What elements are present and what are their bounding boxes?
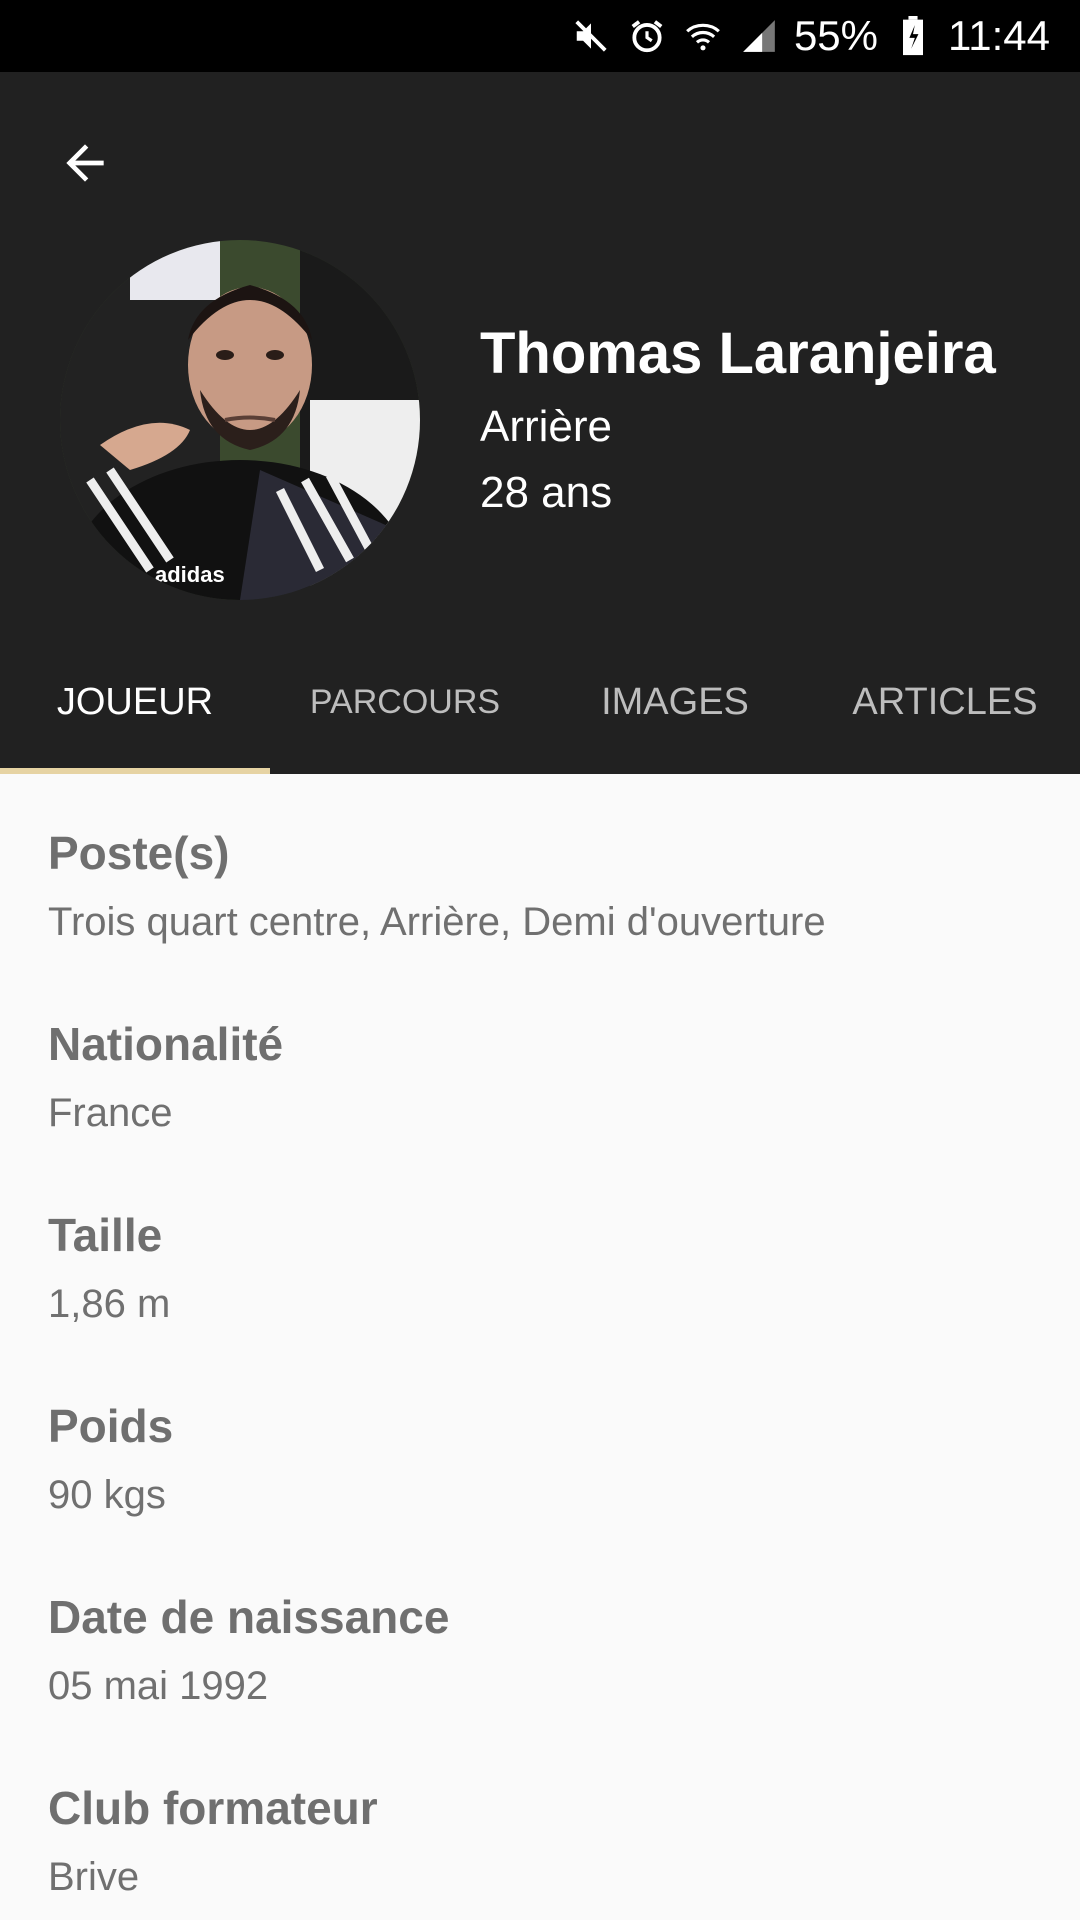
field-label: Nationalité xyxy=(48,1018,284,1070)
field-postes: Poste(s) Trois quart centre, Arrière, De… xyxy=(48,826,826,945)
tab-joueur[interactable]: JOUEUR xyxy=(0,630,270,774)
signal-icon xyxy=(738,15,780,57)
field-poids: Poids 90 kgs xyxy=(48,1399,173,1518)
field-value: Trois quart centre, Arrière, Demi d'ouve… xyxy=(48,900,826,944)
clock: 11:44 xyxy=(948,12,1050,59)
field-value: 1,86 m xyxy=(48,1282,171,1326)
battery-percent: 55% xyxy=(793,12,878,59)
tab-bar: JOUEUR PARCOURS IMAGES ARTICLES xyxy=(0,630,1080,774)
field-club-formateur: Club formateur Brive xyxy=(48,1781,378,1900)
arrow-left-icon xyxy=(66,144,104,182)
field-label: Date de naissance xyxy=(48,1591,450,1643)
field-value: France xyxy=(48,1091,173,1135)
field-label: Poids xyxy=(48,1400,174,1452)
field-label: Poste(s) xyxy=(48,827,230,879)
tab-images[interactable]: IMAGES xyxy=(540,630,810,774)
player-position: Arrière xyxy=(480,402,613,451)
alarm-icon xyxy=(626,15,668,57)
avatar: adidas xyxy=(60,240,420,600)
field-label: Taille xyxy=(48,1209,163,1261)
wifi-icon xyxy=(682,15,724,57)
battery-icon xyxy=(892,15,934,57)
player-age: 28 ans xyxy=(480,468,613,517)
tab-indicator xyxy=(0,768,270,774)
status-bar: 55% 11:44 xyxy=(0,0,1080,72)
field-taille: Taille 1,86 m xyxy=(48,1208,170,1327)
back-button[interactable] xyxy=(50,128,120,198)
player-name: Thomas Laranjeira xyxy=(480,321,996,386)
mute-icon xyxy=(570,15,612,57)
svg-text:adidas: adidas xyxy=(155,562,225,587)
field-label: Club formateur xyxy=(48,1782,378,1834)
field-date-naissance: Date de naissance 05 mai 1992 xyxy=(48,1590,449,1709)
field-value: 90 kgs xyxy=(48,1473,166,1517)
tab-parcours[interactable]: PARCOURS xyxy=(270,630,540,774)
tab-articles[interactable]: ARTICLES xyxy=(810,630,1080,774)
field-value: Brive xyxy=(48,1855,140,1899)
field-nationalite: Nationalité France xyxy=(48,1017,283,1136)
field-value: 05 mai 1992 xyxy=(48,1664,269,1708)
